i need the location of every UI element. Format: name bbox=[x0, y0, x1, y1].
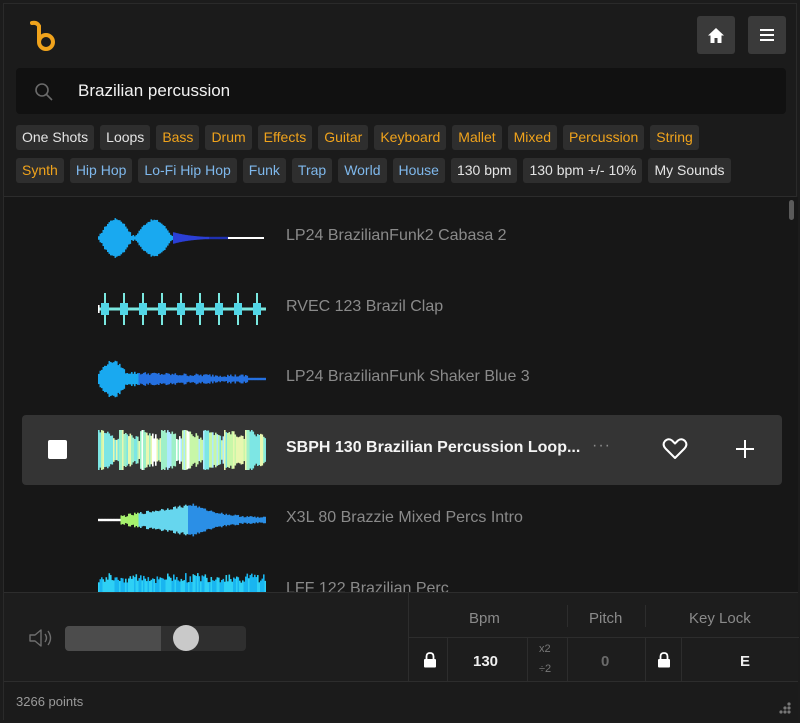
sound-title: RVEC 123 Brazil Clap bbox=[286, 297, 444, 315]
points-count: 3266 points bbox=[16, 694, 84, 709]
waveform[interactable] bbox=[98, 418, 267, 482]
search-icon bbox=[35, 83, 53, 101]
search-input[interactable] bbox=[78, 76, 758, 106]
resize-grip-icon[interactable] bbox=[778, 701, 792, 715]
home-icon bbox=[708, 27, 724, 43]
waveform[interactable] bbox=[98, 277, 266, 341]
tag-row: Synth Hip Hop Lo-Fi Hip Hop Funk Trap World Ho… bbox=[16, 158, 790, 183]
home-button[interactable] bbox=[697, 16, 735, 54]
tag-loops[interactable]: Loops bbox=[100, 125, 151, 150]
player-controls: Bpm Pitch Key Lock 130 x2 ÷2 0 E bbox=[4, 592, 799, 682]
waveform[interactable] bbox=[98, 206, 266, 270]
tag-filters: One Shots Loops Bass Drum Effects Guitar Keybo… bbox=[16, 125, 790, 191]
more-options-button[interactable]: ··· bbox=[592, 437, 611, 455]
tag-guitar[interactable]: Guitar bbox=[318, 125, 369, 150]
tag-bass[interactable]: Bass bbox=[156, 125, 200, 150]
divider bbox=[567, 605, 568, 627]
tag-mixed[interactable]: Mixed bbox=[507, 125, 557, 150]
select-checkbox[interactable] bbox=[48, 439, 67, 459]
tag-effects[interactable]: Effects bbox=[257, 125, 313, 150]
tempo-controls: Bpm Pitch Key Lock 130 x2 ÷2 0 E bbox=[408, 593, 799, 682]
tag-funk[interactable]: Funk bbox=[242, 158, 286, 183]
app-window: One ShotsLoopsBassDrumEffectsGuitarKeybo… bbox=[3, 3, 799, 721]
search-bar bbox=[16, 68, 786, 114]
divider bbox=[409, 637, 799, 638]
tag-130-bpm[interactable]: 130 bpm bbox=[450, 158, 518, 183]
sound-row[interactable]: LP24 BrazilianFunk2 Cabasa 2 bbox=[22, 203, 782, 273]
sound-title: X3L 80 Brazzie Mixed Percs Intro bbox=[286, 509, 523, 527]
sound-title: SBPH 130 Brazilian Percussion Loop... bbox=[286, 438, 581, 456]
sound-row[interactable]: SBPH 130 Brazilian Percussion Loop... ··· bbox=[22, 414, 782, 485]
results-list[interactable]: LP24 BrazilianFunk2 Cabasa 2 RVEC 123 Bra… bbox=[4, 197, 798, 592]
tag-synth[interactable]: Synth bbox=[16, 158, 64, 183]
speaker-icon[interactable] bbox=[28, 628, 54, 648]
header bbox=[4, 4, 796, 68]
divider bbox=[645, 637, 646, 682]
bpm-label: Bpm bbox=[469, 610, 500, 627]
volume-fill bbox=[65, 626, 162, 651]
volume-slider[interactable] bbox=[65, 626, 246, 651]
tag-130-bpm-10[interactable]: 130 bpm +/- 10% bbox=[523, 158, 643, 183]
sound-title: LFF 122 Brazilian Perc bbox=[286, 580, 449, 592]
status-bar: 3266 points bbox=[4, 681, 798, 721]
waveform[interactable] bbox=[98, 488, 267, 552]
bpm-value[interactable]: 130 bbox=[473, 653, 498, 670]
tag-row: One Shots Loops Bass Drum Effects Guitar Keybo… bbox=[16, 125, 790, 150]
tag-percussion[interactable]: Percussion bbox=[563, 125, 645, 150]
sound-row[interactable]: LP24 BrazilianFunk Shaker Blue 3 bbox=[22, 344, 782, 414]
sound-row[interactable]: RVEC 123 Brazil Clap bbox=[22, 274, 782, 344]
sound-row[interactable]: X3L 80 Brazzie Mixed Percs Intro bbox=[22, 485, 782, 555]
divider bbox=[527, 637, 528, 682]
waveform[interactable] bbox=[98, 559, 267, 592]
tag-mallet[interactable]: Mallet bbox=[452, 125, 502, 150]
divider bbox=[645, 605, 646, 627]
b-note-logo-icon[interactable] bbox=[28, 20, 58, 52]
tag-hip-hop[interactable]: Hip Hop bbox=[69, 158, 133, 183]
hamburger-menu-icon bbox=[760, 29, 774, 41]
tag-world[interactable]: World bbox=[338, 158, 387, 183]
pitch-lock-icon[interactable] bbox=[657, 652, 671, 668]
menu-button[interactable] bbox=[748, 16, 786, 54]
tag-house[interactable]: House bbox=[392, 158, 445, 183]
tag-keyboard[interactable]: Keyboard bbox=[374, 125, 447, 150]
tag-string[interactable]: String bbox=[650, 125, 699, 150]
bpm-lock-icon[interactable] bbox=[423, 652, 437, 668]
plus-icon[interactable] bbox=[733, 437, 757, 461]
pitch-label: Pitch bbox=[589, 610, 623, 627]
pitch-value[interactable]: 0 bbox=[601, 653, 609, 670]
sound-title: LP24 BrazilianFunk Shaker Blue 3 bbox=[286, 368, 530, 386]
tag-drum[interactable]: Drum bbox=[205, 125, 252, 150]
bpm-half-button[interactable]: ÷2 bbox=[539, 663, 551, 675]
tag-lo-fi-hip-hop[interactable]: Lo-Fi Hip Hop bbox=[138, 158, 237, 183]
bpm-double-button[interactable]: x2 bbox=[539, 643, 551, 655]
tag-my-sounds[interactable]: My Sounds bbox=[648, 158, 731, 183]
scrollbar-thumb[interactable] bbox=[789, 200, 794, 220]
sound-row[interactable]: LFF 122 Brazilian Perc bbox=[22, 556, 782, 592]
sound-title: LP24 BrazilianFunk2 Cabasa 2 bbox=[286, 227, 507, 244]
divider bbox=[681, 637, 682, 682]
tag-one-shots[interactable]: One Shots bbox=[16, 125, 95, 150]
heart-icon[interactable] bbox=[662, 437, 688, 461]
keylock-label: Key Lock bbox=[689, 610, 751, 627]
divider bbox=[447, 637, 448, 682]
waveform[interactable] bbox=[98, 347, 267, 411]
tag-trap[interactable]: Trap bbox=[291, 158, 333, 183]
divider bbox=[567, 637, 568, 682]
key-value[interactable]: E bbox=[740, 653, 750, 670]
